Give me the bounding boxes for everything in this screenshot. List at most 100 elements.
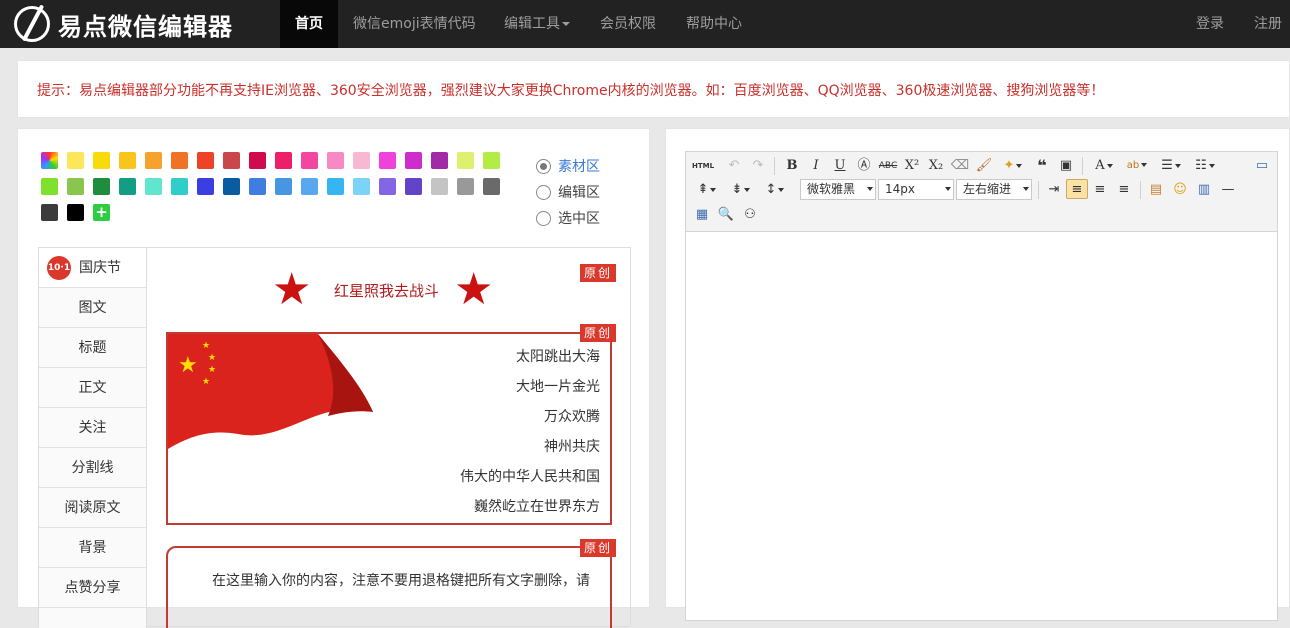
indent-icon[interactable]: ⇥ xyxy=(1044,180,1064,200)
category-title[interactable]: 标题 xyxy=(39,328,146,368)
category-body[interactable]: 正文 xyxy=(39,368,146,408)
redo-icon[interactable]: ↷ xyxy=(748,156,768,176)
horizontal-rule-icon[interactable]: — xyxy=(1218,180,1238,200)
align-center-icon[interactable]: ≡ xyxy=(1090,180,1110,200)
color-swatch[interactable] xyxy=(353,178,370,195)
category-read-more[interactable]: 阅读原文 xyxy=(39,488,146,528)
color-swatch[interactable] xyxy=(67,152,84,169)
color-swatch[interactable] xyxy=(379,178,396,195)
mode-selected[interactable]: 选中区 xyxy=(536,205,600,231)
row-spacing-bottom-icon[interactable]: ⇟ xyxy=(726,180,756,200)
register-link[interactable]: 注册 xyxy=(1254,0,1282,48)
paste-plain-icon[interactable]: ▣ xyxy=(1056,156,1076,176)
color-swatch[interactable] xyxy=(483,152,500,169)
color-swatch[interactable] xyxy=(249,152,266,169)
insert-table-icon[interactable]: ▦ xyxy=(692,205,712,225)
nav-edit-tools[interactable]: 编辑工具 xyxy=(504,0,570,48)
underline-icon[interactable]: U xyxy=(830,156,850,176)
insert-image-icon[interactable]: ▤ xyxy=(1146,180,1166,200)
emotion-icon[interactable]: ☺ xyxy=(1170,180,1190,200)
blockquote-icon[interactable]: ❝ xyxy=(1032,156,1052,176)
html-source-button[interactable]: HTML xyxy=(692,156,714,176)
color-swatch[interactable] xyxy=(483,178,500,195)
color-swatch[interactable] xyxy=(197,152,214,169)
superscript-icon[interactable]: X² xyxy=(902,156,922,176)
color-swatch[interactable] xyxy=(301,178,318,195)
color-swatch[interactable] xyxy=(119,152,136,169)
color-swatch[interactable] xyxy=(197,178,214,195)
color-swatch[interactable] xyxy=(93,178,110,195)
color-swatch[interactable] xyxy=(67,204,84,221)
font-family-select[interactable]: 微软雅黑 xyxy=(800,179,876,200)
undo-icon[interactable]: ↶ xyxy=(724,156,744,176)
eraser-icon[interactable]: ⌫ xyxy=(950,156,970,176)
mode-material[interactable]: 素材区 xyxy=(536,153,600,179)
color-swatch[interactable] xyxy=(379,152,396,169)
nav-membership[interactable]: 会员权限 xyxy=(600,0,656,48)
color-swatch[interactable] xyxy=(171,178,188,195)
category-like-share[interactable]: 点赞分享 xyxy=(39,568,146,608)
color-swatch[interactable] xyxy=(457,152,474,169)
category-national-day[interactable]: 10·1 国庆节 xyxy=(39,248,146,288)
ordered-list-icon[interactable]: ☰ xyxy=(1156,156,1186,176)
color-swatch[interactable] xyxy=(93,152,110,169)
binoculars-icon[interactable]: ⚇ xyxy=(740,205,760,225)
color-swatch[interactable] xyxy=(405,152,422,169)
fullscreen-icon[interactable]: ▭ xyxy=(1252,156,1272,176)
insert-video-icon[interactable]: ▥ xyxy=(1194,180,1214,200)
row-spacing-top-icon[interactable]: ⇞ xyxy=(692,180,722,200)
nav-home[interactable]: 首页 xyxy=(280,0,338,48)
category-divider[interactable]: 分割线 xyxy=(39,448,146,488)
add-color-icon[interactable]: + xyxy=(93,204,110,221)
color-swatch[interactable] xyxy=(457,178,474,195)
strikethrough-icon[interactable]: ABC xyxy=(878,156,898,176)
unordered-list-icon[interactable]: ☷ xyxy=(1190,156,1220,176)
color-swatch[interactable] xyxy=(119,178,136,195)
color-swatch[interactable] xyxy=(67,178,84,195)
nav-help[interactable]: 帮助中心 xyxy=(686,0,742,48)
color-swatch[interactable] xyxy=(431,152,448,169)
align-right-icon[interactable]: ≡ xyxy=(1114,180,1134,200)
color-swatch[interactable] xyxy=(249,178,266,195)
nav-emoji[interactable]: 微信emoji表情代码 xyxy=(353,0,476,48)
mode-edit[interactable]: 编辑区 xyxy=(536,179,600,205)
color-swatch[interactable] xyxy=(223,178,240,195)
bold-icon[interactable]: B xyxy=(782,156,802,176)
category-image-text[interactable]: 图文 xyxy=(39,288,146,328)
format-brush-icon[interactable]: 🖌 xyxy=(974,156,994,176)
align-left-icon[interactable]: ≡ xyxy=(1066,179,1088,199)
color-swatch[interactable] xyxy=(275,152,292,169)
color-swatch[interactable] xyxy=(223,152,240,169)
subscript-icon[interactable]: X₂ xyxy=(926,156,946,176)
color-swatch[interactable] xyxy=(171,152,188,169)
magic-wand-icon[interactable]: ✦ xyxy=(998,156,1028,176)
category-background[interactable]: 背景 xyxy=(39,528,146,568)
brand-logo[interactable]: 易点微信编辑器 xyxy=(14,6,233,42)
font-border-icon[interactable]: Ⓐ xyxy=(854,156,874,176)
template-text-box[interactable]: 在这里输入你的内容，注意不要用退格键把所有文字删除，请 xyxy=(166,546,612,628)
color-swatch[interactable] xyxy=(41,204,58,221)
color-swatch[interactable] xyxy=(405,178,422,195)
template-poem-flag[interactable]: ★ ★ ★ ★ ★ 太阳跳出大海 大地一片金光 万众欢腾 神州共庆 伟大的中华人… xyxy=(166,332,612,525)
editor-canvas[interactable] xyxy=(686,233,1277,620)
background-color-icon[interactable]: ab xyxy=(1122,156,1152,176)
font-color-icon[interactable]: A xyxy=(1090,156,1118,176)
color-swatch[interactable] xyxy=(41,178,58,195)
color-swatch[interactable] xyxy=(301,152,318,169)
color-swatch[interactable] xyxy=(145,152,162,169)
color-swatch[interactable] xyxy=(41,152,58,169)
category-follow[interactable]: 关注 xyxy=(39,408,146,448)
italic-icon[interactable]: I xyxy=(806,156,826,176)
logo-icon xyxy=(14,6,50,42)
login-link[interactable]: 登录 xyxy=(1196,0,1224,48)
color-swatch[interactable] xyxy=(145,178,162,195)
color-swatch[interactable] xyxy=(275,178,292,195)
color-swatch[interactable] xyxy=(327,152,344,169)
line-height-icon[interactable]: ↕ xyxy=(760,180,790,200)
color-swatch[interactable] xyxy=(353,152,370,169)
indent-select[interactable]: 左右缩进 xyxy=(956,179,1032,200)
color-swatch[interactable] xyxy=(431,178,448,195)
search-replace-icon[interactable]: 🔍 xyxy=(716,205,736,225)
color-swatch[interactable] xyxy=(327,178,344,195)
font-size-select[interactable]: 14px xyxy=(878,179,954,200)
